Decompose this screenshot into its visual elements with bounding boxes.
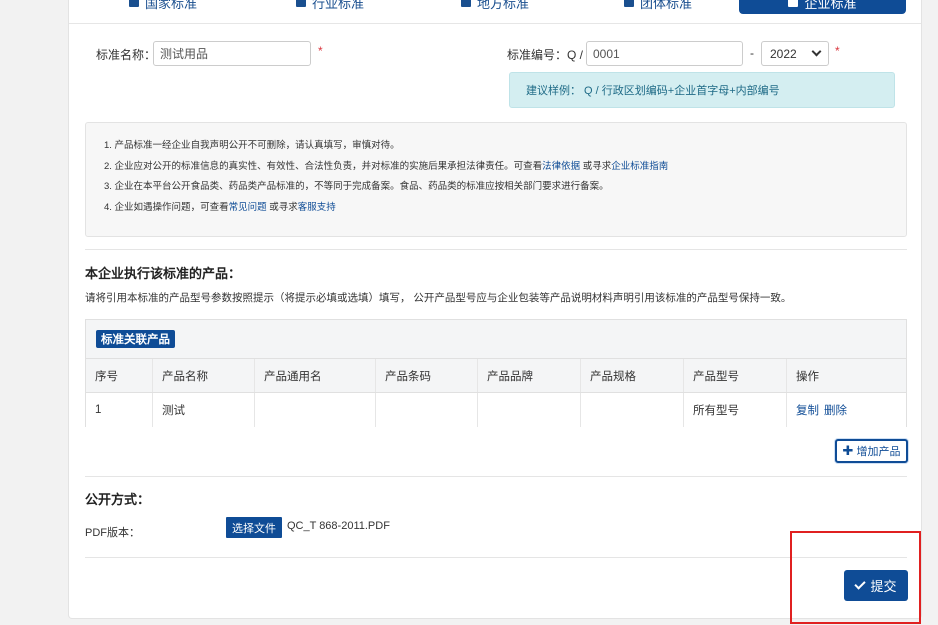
cell-spec — [581, 393, 684, 427]
column-header: 产品品牌 — [478, 359, 581, 392]
cell-model: 所有型号 — [684, 393, 787, 427]
notice-text: 或寻求 — [580, 160, 612, 172]
faq-link[interactable]: 常见问题 — [229, 202, 267, 213]
document-icon — [461, 0, 471, 7]
cell-product-name: 测试 — [153, 393, 255, 427]
tab-label: 企业标准 — [804, 0, 857, 11]
notice-item-4: 4. 企业如遇操作问题，可查看常见问题 或寻求客服支持 — [104, 201, 906, 222]
highlight-box — [790, 531, 921, 624]
standard-name-input[interactable]: 测试用品 — [153, 41, 311, 66]
table-row: 1 测试 所有型号 复制 删除 — [86, 392, 906, 427]
flag-icon — [296, 0, 306, 7]
customer-support-link[interactable]: 客服支持 — [298, 202, 336, 213]
related-products-badge: 标准关联产品 — [96, 330, 175, 348]
notice-text: 2. 企业应对公开的标准信息的真实性、有效性、合法性负责，并对标准的实施后果承担… — [104, 160, 543, 172]
cell-actions: 复制 删除 — [787, 393, 906, 427]
tag-icon — [624, 0, 634, 7]
tab-label: 团体标准 — [640, 0, 693, 11]
code-hint-text: 建议样例： Q / 行政区划编码+企业首字母+内部编号 — [526, 85, 780, 97]
cell-no: 1 — [86, 393, 153, 427]
tab-label: 地方标准 — [477, 0, 530, 11]
notice-item-3: 3. 企业在本平台公开食品类、药品类产品标准的，不等同于完成备案。食品、药品类的… — [104, 181, 609, 192]
form-panel: 国家标准 行业标准 地方标准 团体标准 企业标准 标准名称： 测试用品 * 标准… — [68, 0, 922, 619]
selected-file-name: QC_T 868-2011.PDF — [287, 520, 390, 532]
required-mark: * — [318, 44, 323, 58]
column-header: 产品条码 — [376, 359, 478, 392]
standard-name-label: 标准名称： — [96, 48, 157, 62]
add-product-label: 增加产品 — [856, 446, 901, 458]
publish-section-title: 公开方式： — [85, 492, 151, 507]
products-section-title: 本企业执行该标准的产品： — [85, 266, 242, 281]
notice-item-1: 1. 产品标准一经企业自我声明公开不可删除，请认真填写，审慎对待。 — [104, 140, 400, 151]
pdf-version-label: PDF版本： — [85, 527, 140, 539]
column-header: 产品规格 — [581, 359, 684, 392]
notice-item-2: 2. 企业应对公开的标准信息的真实性、有效性、合法性负责，并对标准的实施后果承担… — [104, 160, 906, 181]
column-header: 产品型号 — [684, 359, 787, 392]
cell-brand — [478, 393, 581, 427]
year-select[interactable]: 2022 — [761, 41, 829, 66]
code-hint-box: 建议样例： Q / 行政区划编码+企业首字母+内部编号 — [509, 72, 895, 108]
delete-row-link[interactable]: 删除 — [824, 402, 847, 418]
tab-group-standard[interactable]: 团体标准 — [624, 0, 692, 14]
products-table: 标准关联产品 序号 产品名称 产品通用名 产品条码 产品品牌 产品规格 产品型号… — [85, 319, 907, 427]
legal-basis-link[interactable]: 法律依据 — [542, 161, 580, 172]
column-header: 产品通用名 — [255, 359, 376, 392]
notice-text: 4. 企业如遇操作问题，可查看 — [104, 201, 229, 213]
year-value: 2022 — [770, 46, 797, 61]
tab-national-standard[interactable]: 国家标准 — [129, 0, 197, 14]
standard-code-input[interactable]: 0001 — [586, 41, 743, 66]
tab-enterprise-standard[interactable]: 企业标准 — [739, 0, 906, 14]
tab-industry-standard[interactable]: 行业标准 — [296, 0, 364, 14]
tab-local-standard[interactable]: 地方标准 — [461, 0, 529, 14]
standard-code-label: 标准编号：Q / — [507, 48, 584, 62]
notice-box: 1. 产品标准一经企业自我声明公开不可删除，请认真填写，审慎对待。 2. 企业应… — [85, 122, 907, 237]
document-icon — [129, 0, 139, 7]
divider — [85, 249, 907, 250]
enterprise-guide-link[interactable]: 企业标准指南 — [611, 161, 668, 172]
notice-text: 或寻求 — [266, 201, 298, 213]
divider — [85, 557, 907, 558]
add-product-button[interactable]: ✚ 增加产品 — [835, 439, 908, 463]
code-year-separator: - — [750, 46, 754, 60]
divider — [85, 476, 907, 477]
standard-type-tabs: 国家标准 行业标准 地方标准 团体标准 企业标准 — [69, 0, 921, 24]
choose-file-button[interactable]: 选择文件 — [226, 517, 282, 538]
products-description: 请将引用本标准的产品型号参数按照提示（将提示必填或选填）填写， 公开产品型号应与… — [85, 292, 792, 304]
column-header: 序号 — [86, 359, 153, 392]
cell-barcode — [376, 393, 478, 427]
column-header: 操作 — [796, 370, 819, 383]
building-icon — [788, 0, 799, 7]
column-header: 产品名称 — [153, 359, 255, 392]
tab-label: 行业标准 — [312, 0, 365, 11]
tab-label: 国家标准 — [145, 0, 198, 11]
cell-common-name — [255, 393, 376, 427]
copy-row-link[interactable]: 复制 — [796, 402, 819, 418]
required-mark: * — [835, 44, 840, 58]
table-header: 序号 产品名称 产品通用名 产品条码 产品品牌 产品规格 产品型号 操作 — [86, 358, 906, 392]
chevron-down-icon — [811, 46, 822, 57]
plus-icon: ✚ — [842, 443, 854, 458]
